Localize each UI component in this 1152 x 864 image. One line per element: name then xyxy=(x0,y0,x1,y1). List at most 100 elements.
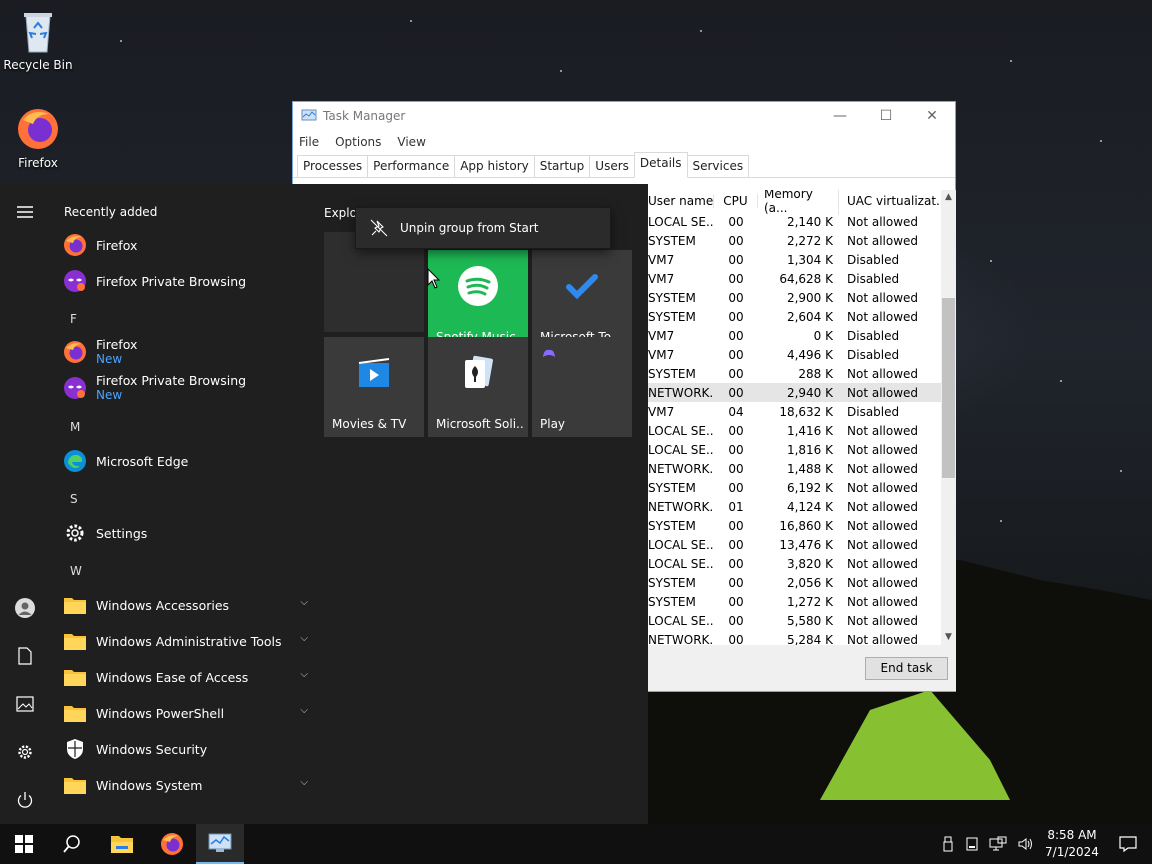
settings-gear-icon[interactable] xyxy=(13,740,37,764)
firefox-desktop-icon[interactable]: Firefox xyxy=(0,106,76,170)
tab-performance[interactable]: Performance xyxy=(367,155,456,177)
app-windows-accessories[interactable]: Windows Accessories ⌵ xyxy=(62,587,308,623)
tile-play[interactable]: Play xyxy=(532,337,632,437)
cell-user-name: VM7 xyxy=(648,271,675,286)
scroll-down-arrow[interactable]: ▼ xyxy=(941,630,956,645)
app-firefox-private-recent[interactable]: Firefox Private Browsing xyxy=(62,263,302,299)
table-row[interactable]: LOCAL SE... 00 1,816 K Not allowed xyxy=(648,440,943,459)
app-firefox-private[interactable]: Firefox Private Browsing New xyxy=(62,370,302,406)
taskbar-file-explorer[interactable] xyxy=(98,824,146,864)
close-button[interactable]: ✕ xyxy=(909,102,955,130)
scroll-up-arrow[interactable]: ▲ xyxy=(941,190,956,205)
storage-device-icon[interactable] xyxy=(960,837,984,851)
end-task-button[interactable]: End task xyxy=(865,657,948,680)
letter-header-f[interactable]: F xyxy=(70,312,77,326)
maximize-button[interactable]: ☐ xyxy=(863,102,909,130)
app-firefox-recent[interactable]: Firefox xyxy=(62,227,302,263)
table-row[interactable]: SYSTEM 00 2,604 K Not allowed xyxy=(648,307,943,326)
taskbar-task-manager[interactable] xyxy=(196,824,244,864)
title-bar[interactable]: Task Manager — ☐ ✕ xyxy=(293,102,955,130)
tile-movies-tv[interactable]: Movies & TV xyxy=(324,337,424,437)
table-row[interactable]: LOCAL SE... 00 3,820 K Not allowed xyxy=(648,554,943,573)
app-microsoft-edge[interactable]: Microsoft Edge xyxy=(62,443,302,479)
table-row[interactable]: SYSTEM 00 2,056 K Not allowed xyxy=(648,573,943,592)
scrollbar-thumb[interactable] xyxy=(942,298,955,478)
taskbar: 8:58 AM 7/1/2024 xyxy=(0,824,1152,864)
tab-app-history[interactable]: App history xyxy=(454,155,535,177)
app-windows-administrative-tools[interactable]: Windows Administrative Tools ⌵ xyxy=(62,623,308,659)
column-header-memory[interactable]: Memory (a... xyxy=(758,190,839,215)
table-row[interactable]: SYSTEM 00 288 K Not allowed xyxy=(648,364,943,383)
letter-header-m[interactable]: M xyxy=(70,420,80,434)
app-firefox[interactable]: Firefox New xyxy=(62,334,302,370)
app-windows-system[interactable]: Windows System ⌵ xyxy=(62,767,308,803)
network-icon[interactable] xyxy=(984,836,1012,852)
menu-view[interactable]: View xyxy=(397,135,425,149)
usb-device-icon[interactable] xyxy=(936,836,960,852)
app-settings[interactable]: Settings xyxy=(62,515,302,551)
cell-cpu: 00 xyxy=(728,252,744,267)
tile-microsoft-solitaire[interactable]: Microsoft Soli... xyxy=(428,337,528,437)
table-row[interactable]: VM7 00 1,304 K Disabled xyxy=(648,250,943,269)
table-row[interactable]: VM7 04 18,632 K Disabled xyxy=(648,402,943,421)
app-label: Windows PowerShell xyxy=(96,705,225,721)
column-header-uac[interactable]: UAC virtualizat... xyxy=(839,194,943,208)
column-header-cpu[interactable]: CPU xyxy=(714,194,758,208)
tile-microsoft-todo[interactable]: Microsoft To... xyxy=(532,250,632,350)
documents-icon[interactable] xyxy=(13,644,37,668)
pictures-icon[interactable] xyxy=(13,692,37,716)
table-row[interactable]: SYSTEM 00 6,192 K Not allowed xyxy=(648,478,943,497)
table-row[interactable]: NETWORK... 00 2,940 K Not allowed xyxy=(648,383,943,402)
vertical-scrollbar[interactable]: ▲ ▼ xyxy=(941,190,956,645)
search-button[interactable] xyxy=(48,824,96,864)
table-row[interactable]: SYSTEM 00 2,272 K Not allowed xyxy=(648,231,943,250)
table-row[interactable]: LOCAL SE... 00 1,416 K Not allowed xyxy=(648,421,943,440)
clock-date: 7/1/2024 xyxy=(1045,845,1099,859)
app-windows-powershell[interactable]: Windows PowerShell ⌵ xyxy=(62,695,308,731)
tab-users[interactable]: Users xyxy=(589,155,635,177)
table-row[interactable]: VM7 00 4,496 K Disabled xyxy=(648,345,943,364)
expand-menu-icon[interactable] xyxy=(13,200,37,224)
table-row[interactable]: NETWORK... 00 1,488 K Not allowed xyxy=(648,459,943,478)
power-icon[interactable] xyxy=(13,788,37,812)
chevron-down-icon[interactable]: ⌵ xyxy=(300,597,308,608)
unpin-group-menu-item[interactable]: Unpin group from Start xyxy=(355,207,611,249)
column-header-user-name[interactable]: User name xyxy=(648,194,714,208)
table-row[interactable]: NETWORK... 00 5,284 K Not allowed xyxy=(648,630,943,646)
chevron-down-icon[interactable]: ⌵ xyxy=(300,669,308,680)
app-windows-ease-of-access[interactable]: Windows Ease of Access ⌵ xyxy=(62,659,308,695)
volume-icon[interactable] xyxy=(1012,837,1040,851)
tile-spotify-music[interactable]: Spotify Music xyxy=(428,250,528,350)
cell-user-name: NETWORK... xyxy=(648,499,714,514)
action-center-button[interactable] xyxy=(1104,836,1152,852)
menu-file[interactable]: File xyxy=(299,135,319,149)
chevron-down-icon[interactable]: ⌵ xyxy=(300,633,308,644)
tab-startup[interactable]: Startup xyxy=(533,155,591,177)
chevron-down-icon[interactable]: ⌵ xyxy=(300,705,308,716)
recycle-bin-desktop-icon[interactable]: Recycle Bin xyxy=(0,8,76,72)
taskbar-firefox[interactable] xyxy=(148,824,196,864)
start-button[interactable] xyxy=(0,824,48,864)
minimize-button[interactable]: — xyxy=(817,102,863,130)
letter-header-w[interactable]: W xyxy=(70,564,82,578)
clock[interactable]: 8:58 AM 7/1/2024 xyxy=(1040,827,1104,861)
table-row[interactable]: VM7 00 64,628 K Disabled xyxy=(648,269,943,288)
table-row[interactable]: NETWORK... 01 4,124 K Not allowed xyxy=(648,497,943,516)
table-row[interactable]: SYSTEM 00 16,860 K Not allowed xyxy=(648,516,943,535)
tab-details[interactable]: Details xyxy=(633,152,688,178)
letter-header-s[interactable]: S xyxy=(70,492,78,506)
menu-options[interactable]: Options xyxy=(335,135,381,149)
table-row[interactable]: SYSTEM 00 2,900 K Not allowed xyxy=(648,288,943,307)
table-row[interactable]: VM7 00 0 K Disabled xyxy=(648,326,943,345)
table-row[interactable]: LOCAL SE... 00 5,580 K Not allowed xyxy=(648,611,943,630)
chevron-down-icon[interactable]: ⌵ xyxy=(300,777,308,788)
table-row[interactable]: LOCAL SE... 00 13,476 K Not allowed xyxy=(648,535,943,554)
table-row[interactable]: SYSTEM 00 1,272 K Not allowed xyxy=(648,592,943,611)
start-menu: Recently added Firefox Firefox Private B… xyxy=(0,184,648,824)
tab-processes[interactable]: Processes xyxy=(297,155,369,177)
tab-services[interactable]: Services xyxy=(686,155,750,177)
user-account-icon[interactable] xyxy=(13,596,37,620)
table-row[interactable]: LOCAL SE... 00 2,140 K Not allowed xyxy=(648,212,943,231)
app-windows-security[interactable]: Windows Security xyxy=(62,731,302,767)
cell-memory: 3,820 K xyxy=(786,556,833,571)
